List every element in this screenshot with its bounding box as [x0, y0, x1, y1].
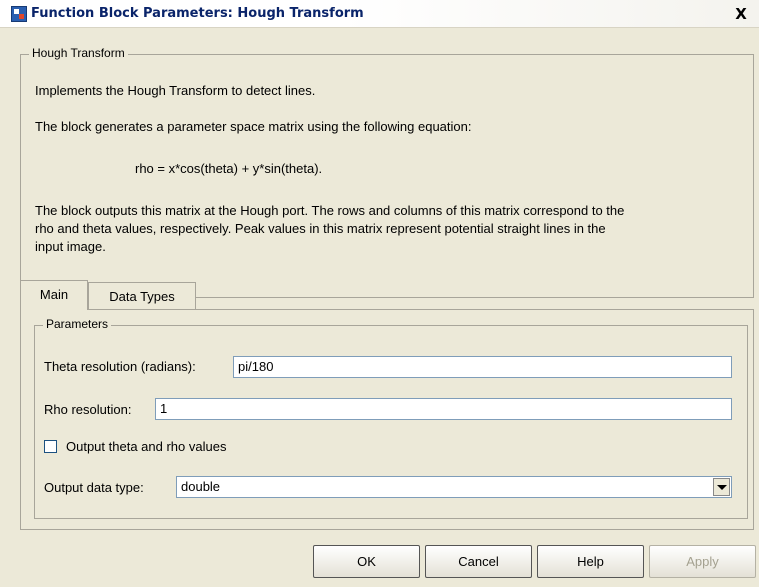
ok-button[interactable]: OK [313, 545, 420, 578]
close-button[interactable]: X [731, 4, 751, 24]
description-line-2: The block generates a parameter space ma… [35, 119, 472, 134]
equation-text: rho = x*cos(theta) + y*sin(theta). [135, 161, 323, 176]
output-theta-rho-label: Output theta and rho values [66, 439, 227, 454]
tab-main[interactable]: Main [20, 280, 88, 310]
description-line-1: Implements the Hough Transform to detect… [35, 83, 316, 98]
output-data-type-value: double [181, 479, 221, 494]
description-group-label: Hough Transform [29, 46, 128, 60]
theta-resolution-input[interactable]: pi/180 [233, 356, 732, 378]
output-data-type-label: Output data type: [44, 480, 144, 495]
output-data-type-select[interactable]: double [176, 476, 732, 498]
output-theta-rho-checkbox[interactable] [44, 440, 57, 453]
description-line-3a: The block outputs this matrix at the Hou… [35, 203, 625, 218]
simulink-block-icon [11, 6, 27, 22]
window-title: Function Block Parameters: Hough Transfo… [31, 6, 364, 21]
description-line-3c: input image. [35, 239, 106, 254]
rho-resolution-label: Rho resolution: [44, 402, 132, 417]
theta-resolution-label: Theta resolution (radians): [44, 359, 196, 374]
description-group: Hough Transform Implements the Hough Tra… [20, 46, 754, 298]
description-line-3b: rho and theta values, respectively. Peak… [35, 221, 606, 236]
help-button[interactable]: Help [537, 545, 644, 578]
apply-button[interactable]: Apply [649, 545, 756, 578]
chevron-down-icon[interactable] [713, 478, 730, 496]
parameters-group-label: Parameters [43, 317, 112, 331]
cancel-button[interactable]: Cancel [425, 545, 532, 578]
tab-data-types[interactable]: Data Types [88, 282, 196, 310]
title-bar: Function Block Parameters: Hough Transfo… [0, 0, 759, 28]
rho-resolution-input[interactable]: 1 [155, 398, 732, 420]
